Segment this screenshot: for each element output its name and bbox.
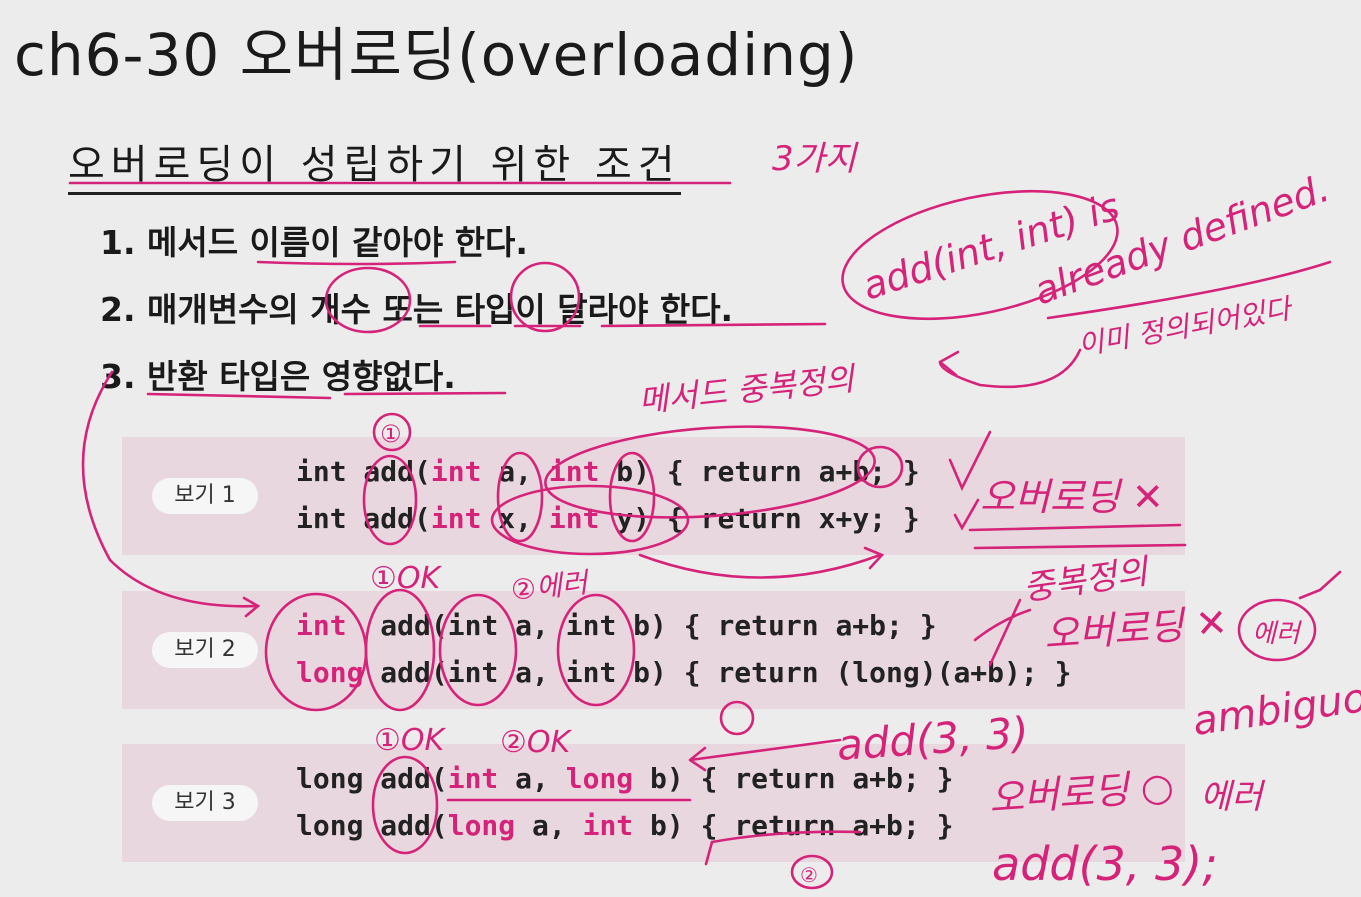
anno-circle-1: ① xyxy=(380,420,402,448)
anno-already-defined-ko: 이미 정의되어있다 xyxy=(1075,292,1296,362)
anno-ok-2b: ②OK xyxy=(500,725,573,760)
anno-call-add-top: add(3, 3) xyxy=(835,708,1030,770)
anno-call-add: add(3, 3); xyxy=(992,837,1218,891)
anno-overloading-ok: 오버로딩 ○ xyxy=(988,764,1176,821)
anno-method-redefinition: 메서드 중복정의 xyxy=(637,359,859,420)
anno-ok-1b: ①OK xyxy=(374,723,447,758)
anno-not-overloading-2: 오버로딩 ✕ xyxy=(1043,600,1229,657)
anno-circle-2: ② xyxy=(800,863,818,887)
anno-error-2: ②에러 xyxy=(509,566,591,607)
anno-not-overloading: 오버로딩 ✕ xyxy=(980,475,1164,519)
anno-error-box: 에러 xyxy=(1252,619,1302,649)
anno-error-3: 에러 xyxy=(1200,777,1265,817)
handwritten-text: 3가지 add(int, int) is already defined. 이미… xyxy=(370,139,1361,891)
anno-ambiguous: ambiguous xyxy=(1190,669,1361,745)
anno-three-kinds: 3가지 xyxy=(772,139,859,179)
anno-ok-1: ①OK xyxy=(370,561,443,596)
anno-redefinition: 중복정의 xyxy=(1021,552,1153,609)
